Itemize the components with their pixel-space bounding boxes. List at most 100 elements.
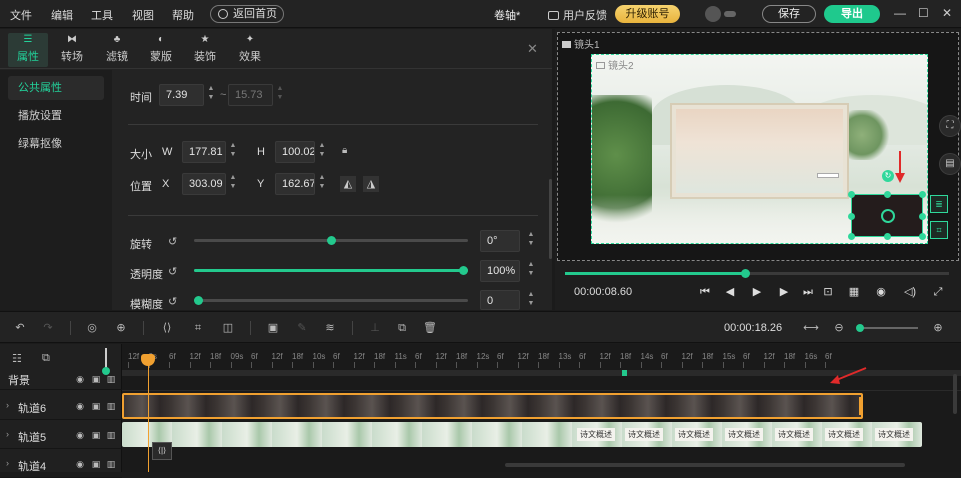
anchor-icon[interactable] [881, 209, 895, 223]
zoom-out-icon[interactable]: ⊖ [831, 320, 847, 336]
home-button[interactable]: 返回首页 [210, 5, 284, 23]
zoom-slider[interactable] [856, 324, 918, 332]
eye-icon[interactable]: ◉ [75, 459, 85, 469]
property-scrollbar[interactable] [549, 179, 552, 259]
menu-file[interactable]: 文件 [10, 7, 32, 23]
keyframe-marker[interactable] [622, 370, 627, 376]
resize-handle[interactable] [848, 191, 855, 198]
tab-decoration[interactable]: ★ 装饰 [185, 33, 225, 67]
image-clip[interactable]: 诗文概述 诗文概述 诗文概述 诗文概述 诗文概述 诗文概述 诗文概述 [122, 422, 922, 447]
playhead[interactable] [148, 354, 149, 472]
resize-handle[interactable] [919, 233, 926, 240]
target-icon[interactable]: ⊕ [113, 320, 129, 336]
flip-horizontal-icon[interactable]: ◭ [340, 176, 356, 192]
trash-icon[interactable]: ▥ [106, 430, 116, 440]
crop-icon[interactable]: ⌗ [930, 221, 948, 239]
menu-tools[interactable]: 工具 [91, 7, 113, 23]
selected-element[interactable]: ↻ [848, 170, 926, 240]
split-marker-icon[interactable]: ⟨|⟩ [152, 442, 172, 460]
height-stepper[interactable]: ▲ ▼ [317, 141, 327, 163]
play-icon[interactable]: ▶︎ [749, 284, 765, 300]
reset-rotate-icon[interactable]: ↺ [168, 235, 177, 248]
lock-icon[interactable]: ▣ [91, 374, 101, 384]
rotate-input[interactable]: 0° [480, 230, 520, 252]
tab-effects[interactable]: ✦ 效果 [230, 33, 270, 67]
lock-icon[interactable]: ▣ [91, 459, 101, 469]
maximize-icon[interactable]: ☐ [918, 6, 929, 20]
resize-handle[interactable] [919, 213, 926, 220]
resize-handle[interactable] [919, 191, 926, 198]
nav-common-props[interactable]: 公共属性 [8, 76, 104, 100]
undo-icon[interactable]: ↶ [12, 320, 28, 336]
timeline-horizontal-scrollbar[interactable] [505, 463, 905, 467]
blur-stepper[interactable]: ▲ ▼ [526, 290, 536, 310]
eye-icon[interactable]: ◉ [75, 401, 85, 411]
edit-text-icon[interactable]: ≣ [930, 195, 948, 213]
rotate-stepper[interactable]: ▲ ▼ [526, 230, 536, 252]
upgrade-button[interactable]: 升级账号 [615, 5, 680, 23]
opacity-slider[interactable] [194, 266, 468, 275]
crop-tool-icon[interactable]: ⌗ [190, 320, 206, 336]
nav-playback-settings[interactable]: 播放设置 [8, 104, 104, 128]
nav-green-screen[interactable]: 绿幕抠像 [8, 132, 104, 156]
grid-icon[interactable]: ▦ [846, 284, 862, 300]
preview-progress-knob[interactable] [741, 269, 751, 278]
record-icon[interactable]: ⊡ [820, 284, 836, 300]
fullscreen-icon[interactable]: ⤢ [930, 284, 946, 300]
snapshot-icon[interactable]: ◉ [873, 284, 889, 300]
fit-screen-icon[interactable]: ⛶ [939, 115, 961, 137]
rotate-slider[interactable] [194, 236, 468, 245]
zoom-in-icon[interactable]: ⊕ [930, 320, 946, 336]
preview-progress-bar[interactable] [565, 269, 949, 278]
volume-icon[interactable]: ◁) [902, 284, 918, 300]
opacity-input[interactable]: 100% [480, 260, 520, 282]
height-input[interactable]: 100.02 [275, 141, 315, 163]
resize-handle[interactable] [884, 233, 891, 240]
dark-clip[interactable] [122, 393, 863, 419]
image-edit-icon[interactable]: ▣ [265, 320, 281, 336]
expand-icon[interactable]: › [6, 458, 9, 468]
reset-opacity-icon[interactable]: ↺ [168, 265, 177, 278]
close-icon[interactable]: ✕ [527, 41, 538, 57]
layer-icon[interactable]: ▤ [939, 153, 961, 175]
fit-timeline-icon[interactable]: ⟷ [803, 320, 819, 336]
skip-end-icon[interactable]: ⏭ [800, 284, 816, 300]
resize-handle[interactable] [884, 191, 891, 198]
menu-edit[interactable]: 编辑 [51, 7, 73, 23]
expand-icon[interactable]: › [6, 400, 9, 410]
flip-vertical-icon[interactable]: ◮ [363, 176, 379, 192]
trash-icon[interactable]: ▥ [106, 401, 116, 411]
prev-frame-icon[interactable]: ◀︎ [722, 284, 738, 300]
avatar[interactable] [705, 6, 721, 22]
tab-transition[interactable]: ⧓ 转场 [52, 33, 92, 67]
preview-canvas[interactable]: 镜头1 镜头2 ↻ [557, 32, 959, 261]
resize-handle[interactable] [848, 233, 855, 240]
split-icon[interactable]: ⟨⟩ [159, 320, 175, 336]
blur-slider-knob[interactable] [194, 296, 203, 305]
y-stepper[interactable]: ▲ ▼ [317, 173, 327, 195]
trash-icon[interactable]: ▥ [106, 459, 116, 469]
feedback-button[interactable]: 用户反馈 [548, 7, 607, 23]
lock-icon[interactable]: 🔒︎ [342, 145, 347, 156]
blur-slider[interactable] [194, 296, 468, 305]
expand-icon[interactable]: › [6, 429, 9, 439]
resize-handle[interactable] [848, 213, 855, 220]
mirror-icon[interactable]: ◫ [220, 320, 236, 336]
menu-help[interactable]: 帮助 [172, 7, 194, 23]
tab-properties[interactable]: ☰ 属性 [8, 33, 48, 67]
next-frame-icon[interactable]: ▶︎ [776, 284, 792, 300]
close-window-icon[interactable]: ✕ [942, 6, 952, 20]
clip-trim-handle[interactable] [859, 397, 863, 415]
tab-mask[interactable]: ◐ 蒙版 [141, 33, 181, 67]
x-input[interactable]: 303.09 [182, 173, 226, 195]
sticker-icon[interactable]: ◎ [84, 320, 100, 336]
trash-icon[interactable]: ▥ [106, 374, 116, 384]
export-button[interactable]: 导出 [824, 5, 880, 23]
skip-start-icon[interactable]: ⏮ [697, 284, 713, 300]
opacity-slider-knob[interactable] [459, 266, 468, 275]
y-input[interactable]: 162.67 [275, 173, 315, 195]
blur-input[interactable]: 0 [480, 290, 520, 310]
reset-blur-icon[interactable]: ↺ [168, 295, 177, 308]
lock-icon[interactable]: ▣ [91, 430, 101, 440]
x-stepper[interactable]: ▲ ▼ [228, 173, 238, 195]
